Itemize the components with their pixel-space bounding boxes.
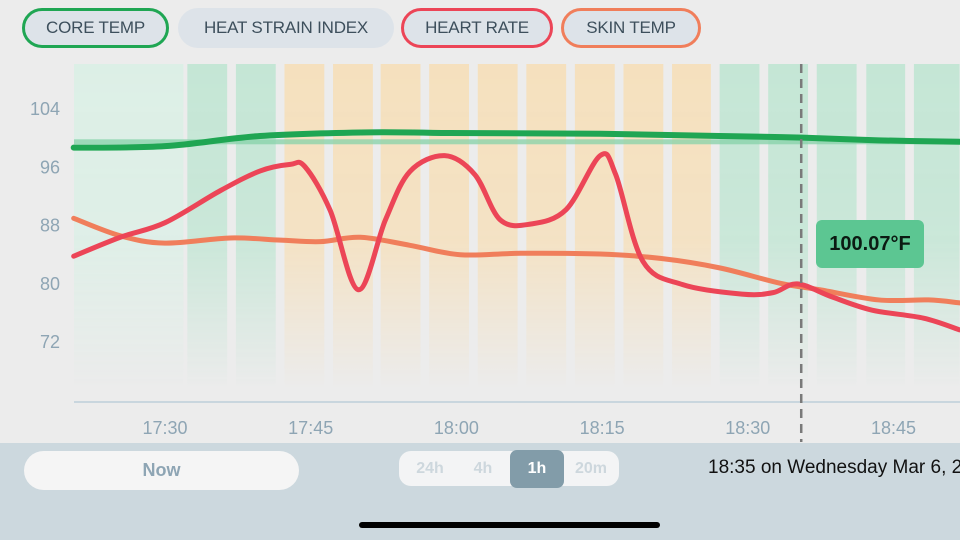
- y-tick-label: 88: [40, 216, 60, 236]
- x-tick-label: 17:30: [142, 418, 187, 438]
- chip-heart-rate[interactable]: HEART RATE: [401, 8, 553, 48]
- y-tick-label: 80: [40, 274, 60, 294]
- range-24h[interactable]: 24h: [403, 451, 457, 486]
- zone-orange: [284, 64, 325, 395]
- y-tick-label: 72: [40, 332, 60, 352]
- x-tick-label: 18:00: [434, 418, 479, 438]
- zone-light-green: [74, 64, 184, 395]
- zone-green: [235, 64, 276, 395]
- zone-orange: [526, 64, 567, 395]
- x-tick-label: 18:45: [871, 418, 916, 438]
- chip-heat-strain-index[interactable]: HEAT STRAIN INDEX: [178, 8, 394, 48]
- selected-datetime: 18:35 on Wednesday Mar 6, 2: [708, 457, 960, 478]
- metric-chip-bar: CORE TEMP HEAT STRAIN INDEX HEART RATE S…: [0, 0, 960, 58]
- zone-orange: [429, 64, 470, 395]
- zone-green: [187, 64, 228, 395]
- zone-orange: [574, 64, 615, 395]
- chip-core-temp[interactable]: CORE TEMP: [22, 8, 169, 48]
- time-range-selector: 24h 4h 1h 20m: [399, 450, 619, 488]
- range-4h[interactable]: 4h: [457, 451, 509, 486]
- x-tick-label: 17:45: [288, 418, 333, 438]
- x-tick-label: 18:30: [725, 418, 770, 438]
- zone-green: [719, 64, 760, 395]
- y-tick-label: 96: [40, 157, 60, 177]
- now-button[interactable]: Now: [24, 451, 299, 490]
- bottom-controls: Now 24h 4h 1h 20m 18:35 on Wednesday Mar…: [0, 443, 960, 540]
- x-tick-label: 18:15: [580, 418, 625, 438]
- zone-orange: [477, 64, 518, 395]
- chip-skin-temp[interactable]: SKIN TEMP: [561, 8, 701, 48]
- zone-orange: [672, 64, 711, 395]
- zone-orange: [380, 64, 421, 395]
- home-indicator[interactable]: [359, 522, 660, 528]
- range-1h[interactable]: 1h: [510, 450, 564, 488]
- y-axis: 104 96 88 80 72: [30, 99, 60, 352]
- value-tooltip: 100.07°F: [816, 220, 924, 268]
- range-20m[interactable]: 20m: [563, 451, 619, 486]
- y-tick-label: 104: [30, 99, 60, 119]
